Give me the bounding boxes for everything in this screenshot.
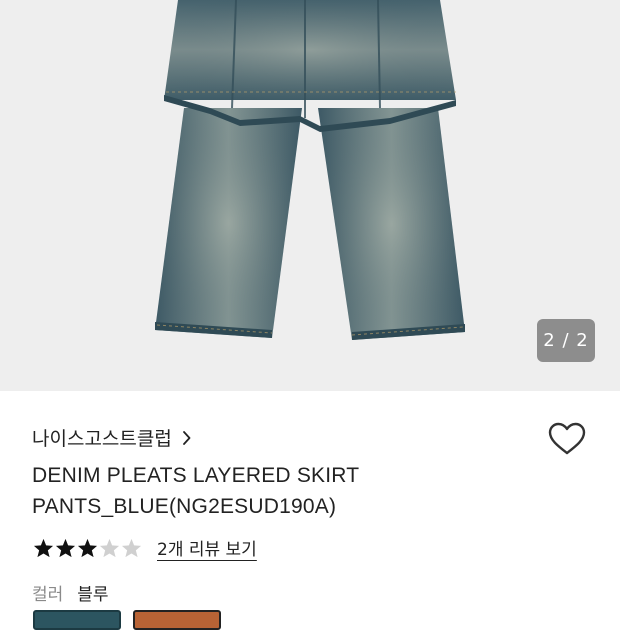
review-link[interactable]: 2개 리뷰 보기 <box>157 535 257 560</box>
color-value: 블루 <box>77 585 109 605</box>
color-swatch-brown[interactable] <box>133 610 221 630</box>
product-title: DENIM PLEATS LAYERED SKIRT PANTS_BLUE(NG… <box>32 464 359 518</box>
star-icon <box>77 538 99 558</box>
star-rating <box>33 538 143 558</box>
brand-link[interactable]: 나이스고스트클럽 <box>32 424 191 451</box>
chevron-right-icon <box>182 430 191 445</box>
star-icon <box>33 538 55 558</box>
wishlist-button[interactable] <box>546 421 588 461</box>
heart-outline-icon <box>548 422 586 460</box>
product-image-gallery[interactable]: 2 / 2 <box>0 0 620 391</box>
color-label: 컬러 <box>32 585 64 605</box>
star-icon <box>55 538 77 558</box>
rating-row: 2개 리뷰 보기 <box>33 535 257 560</box>
star-icon <box>99 538 121 558</box>
brand-name: 나이스고스트클럽 <box>32 428 172 450</box>
color-option: 컬러 블루 <box>32 580 109 605</box>
star-icon <box>121 538 143 558</box>
image-counter: 2 / 2 <box>537 319 595 362</box>
color-swatch-blue[interactable] <box>33 610 121 630</box>
product-image <box>155 0 465 340</box>
